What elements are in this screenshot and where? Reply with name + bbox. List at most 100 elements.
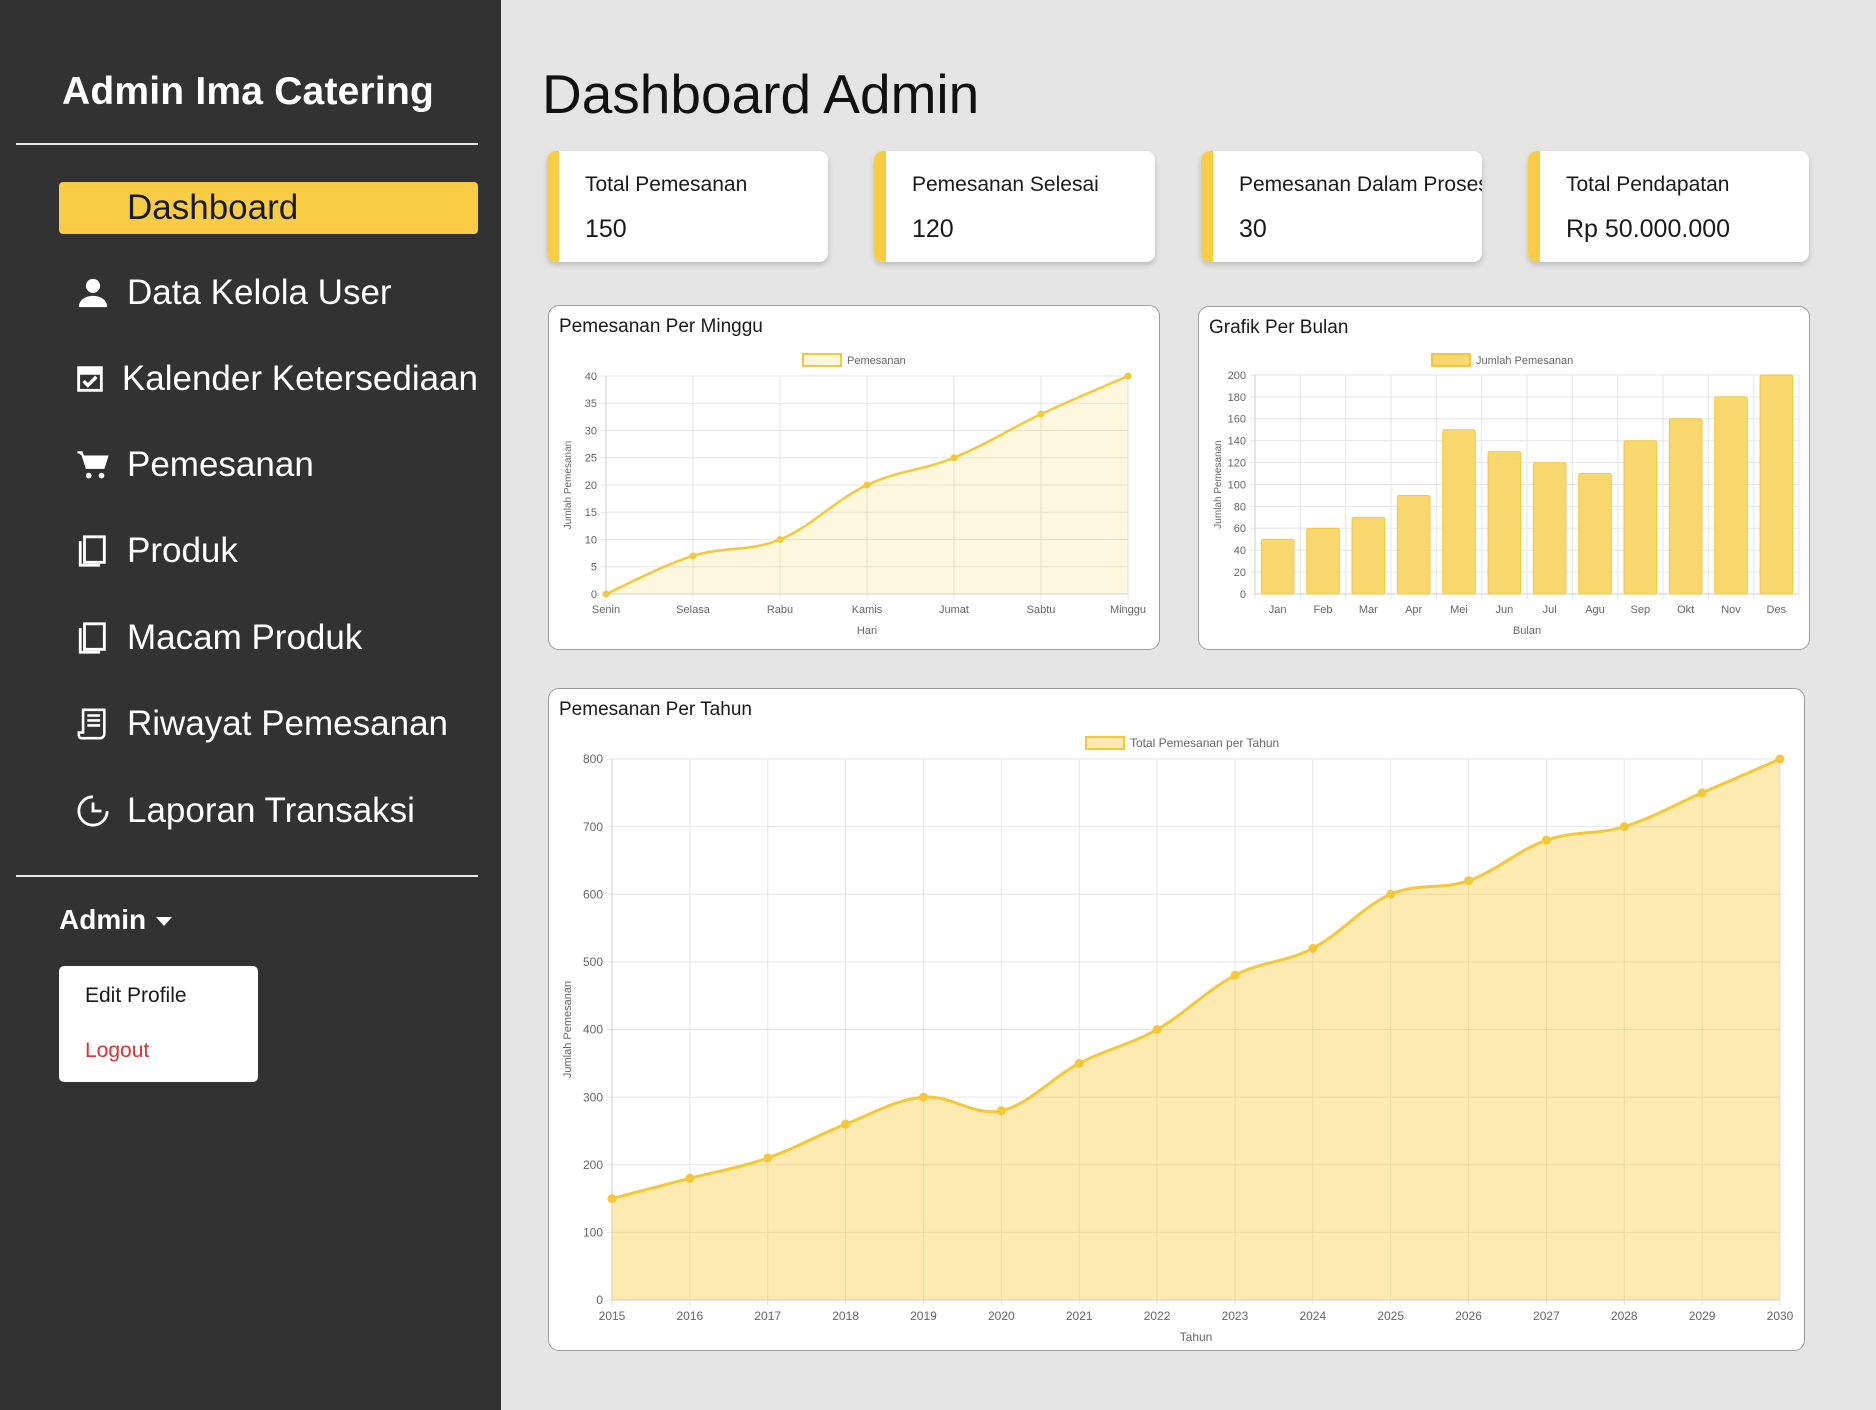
user-icon xyxy=(59,267,127,319)
logout-link[interactable]: Logout xyxy=(85,1039,149,1063)
x-tick-label: 2022 xyxy=(1144,1309,1171,1323)
y-tick-label: 40 xyxy=(585,371,597,383)
x-tick-label: Minggu xyxy=(1110,604,1146,616)
bar xyxy=(1306,527,1340,595)
chart-card-weekly: Pemesanan Per Minggu 0 5 10 15 20 25 30 35 40 Sen… xyxy=(548,305,1160,650)
weekly-line-chart: 0 5 10 15 20 25 30 35 40 Senin Selasa Rabu Kamis Juma… xyxy=(563,353,1146,637)
y-tick-label: 300 xyxy=(583,1090,603,1104)
card-accent xyxy=(1201,151,1213,262)
data-point xyxy=(918,1092,928,1102)
admin-dropdown-menu: Edit Profile Logout xyxy=(59,966,258,1082)
x-axis-title: Tahun xyxy=(1180,1330,1213,1344)
y-tick-label: 20 xyxy=(585,480,597,492)
x-tick-label: 2021 xyxy=(1066,1309,1093,1323)
bar xyxy=(1487,451,1522,595)
stat-card-total-pemesanan: Total Pemesanan 150 xyxy=(547,151,828,262)
data-point xyxy=(1308,943,1318,953)
x-tick-label: 2017 xyxy=(754,1309,781,1323)
legend-swatch xyxy=(1085,736,1125,750)
page-title: Dashboard Admin xyxy=(542,63,980,125)
sidebar: Admin Ima Catering Dashboard Data Kelola… xyxy=(0,0,501,1410)
x-tick-label: Okt xyxy=(1677,604,1694,616)
x-tick-label: Apr xyxy=(1405,604,1422,616)
x-tick-label: Kamis xyxy=(852,604,883,616)
sidebar-item-dashboard[interactable]: Dashboard xyxy=(59,182,478,234)
y-tick-label: 20 xyxy=(1234,567,1246,579)
y-tick-label: 35 xyxy=(585,398,597,410)
x-tick-label: Jan xyxy=(1269,604,1287,616)
y-tick-label: 10 xyxy=(585,534,597,546)
y-tick-label: 160 xyxy=(1228,414,1246,426)
sidebar-item-data-kelola-user[interactable]: Data Kelola User xyxy=(59,267,478,319)
sidebar-item-label: Dashboard xyxy=(127,188,299,227)
data-point xyxy=(685,1173,695,1183)
x-tick-label: Selasa xyxy=(676,604,711,616)
stat-value: 120 xyxy=(912,215,954,243)
y-axis-title: Jumlah Pemesanan xyxy=(1213,440,1224,528)
legend-label: Jumlah Pemesanan xyxy=(1476,355,1573,367)
x-tick-label: 2023 xyxy=(1222,1309,1249,1323)
sidebar-item-label: Kalender Ketersediaan xyxy=(121,359,478,398)
sidebar-item-kalender-ketersediaan[interactable]: Kalender Ketersediaan xyxy=(59,353,478,405)
x-tick-label: 2018 xyxy=(832,1309,859,1323)
sidebar-item-pemesanan[interactable]: Pemesanan xyxy=(59,439,478,491)
sidebar-item-riwayat-pemesanan[interactable]: Riwayat Pemesanan xyxy=(59,698,478,750)
data-point xyxy=(950,454,958,462)
legend-swatch xyxy=(802,353,842,367)
data-point xyxy=(1697,788,1707,798)
y-tick-label: 0 xyxy=(1240,589,1246,601)
data-point xyxy=(1775,754,1785,764)
cart-icon xyxy=(59,439,127,491)
card-accent xyxy=(874,151,886,262)
stat-value: Rp 50.000.000 xyxy=(1566,215,1731,243)
data-point xyxy=(1386,889,1396,899)
x-tick-label: 2030 xyxy=(1767,1309,1794,1323)
y-tick-label: 5 xyxy=(591,562,597,574)
sidebar-item-macam-produk[interactable]: Macam Produk xyxy=(59,612,478,664)
x-tick-label: 2015 xyxy=(599,1309,626,1323)
sidebar-item-produk[interactable]: Produk xyxy=(59,525,478,577)
admin-dropdown-toggle[interactable]: Admin xyxy=(59,904,173,936)
bar xyxy=(1396,494,1431,595)
y-tick-label: 0 xyxy=(596,1293,603,1307)
sidebar-item-label: Riwayat Pemesanan xyxy=(127,704,448,743)
x-tick-label: 2028 xyxy=(1611,1309,1638,1323)
data-point xyxy=(841,1119,851,1129)
copy-icon xyxy=(59,525,127,577)
y-tick-label: 600 xyxy=(583,887,603,901)
legend-label: Pemesanan xyxy=(847,355,906,367)
caret-down-icon xyxy=(156,917,173,926)
y-tick-label: 30 xyxy=(585,425,597,437)
card-accent xyxy=(1528,151,1540,262)
data-point xyxy=(607,1194,617,1204)
y-tick-label: 180 xyxy=(1228,392,1246,404)
sidebar-divider xyxy=(16,875,478,877)
admin-label: Admin xyxy=(59,904,147,935)
monthly-bar-chart: 0 20 40 60 80 100 120 140 160 180 200 Jan Feb Mar Apr M… xyxy=(1213,353,1800,637)
stat-label: Pemesanan Selesai xyxy=(912,173,1099,196)
calendar-check-icon xyxy=(59,353,122,405)
legend-swatch xyxy=(1431,353,1471,367)
y-tick-label: 25 xyxy=(585,453,597,465)
y-tick-label: 15 xyxy=(585,507,597,519)
bar xyxy=(1260,538,1295,595)
x-axis-title: Bulan xyxy=(1513,625,1541,637)
y-tick-label: 200 xyxy=(1228,370,1246,382)
data-point xyxy=(1152,1025,1162,1034)
receipt-icon xyxy=(59,698,127,750)
data-point xyxy=(763,1153,773,1163)
x-tick-label: Jumat xyxy=(939,604,969,616)
x-tick-label: Sabtu xyxy=(1027,604,1056,616)
y-tick-label: 800 xyxy=(583,752,603,766)
edit-profile-link[interactable]: Edit Profile xyxy=(85,984,187,1008)
data-point xyxy=(996,1106,1006,1116)
x-tick-label: Rabu xyxy=(767,604,793,616)
sidebar-item-label: Pemesanan xyxy=(127,445,314,484)
x-tick-label: Nov xyxy=(1721,604,1741,616)
x-tick-label: 2027 xyxy=(1533,1309,1560,1323)
sidebar-item-laporan-transaksi[interactable]: Laporan Transaksi xyxy=(59,785,478,837)
x-tick-label: Jun xyxy=(1495,604,1513,616)
card-accent xyxy=(547,151,559,262)
stat-value: 30 xyxy=(1239,215,1267,243)
sidebar-item-label: Laporan Transaksi xyxy=(127,791,415,830)
